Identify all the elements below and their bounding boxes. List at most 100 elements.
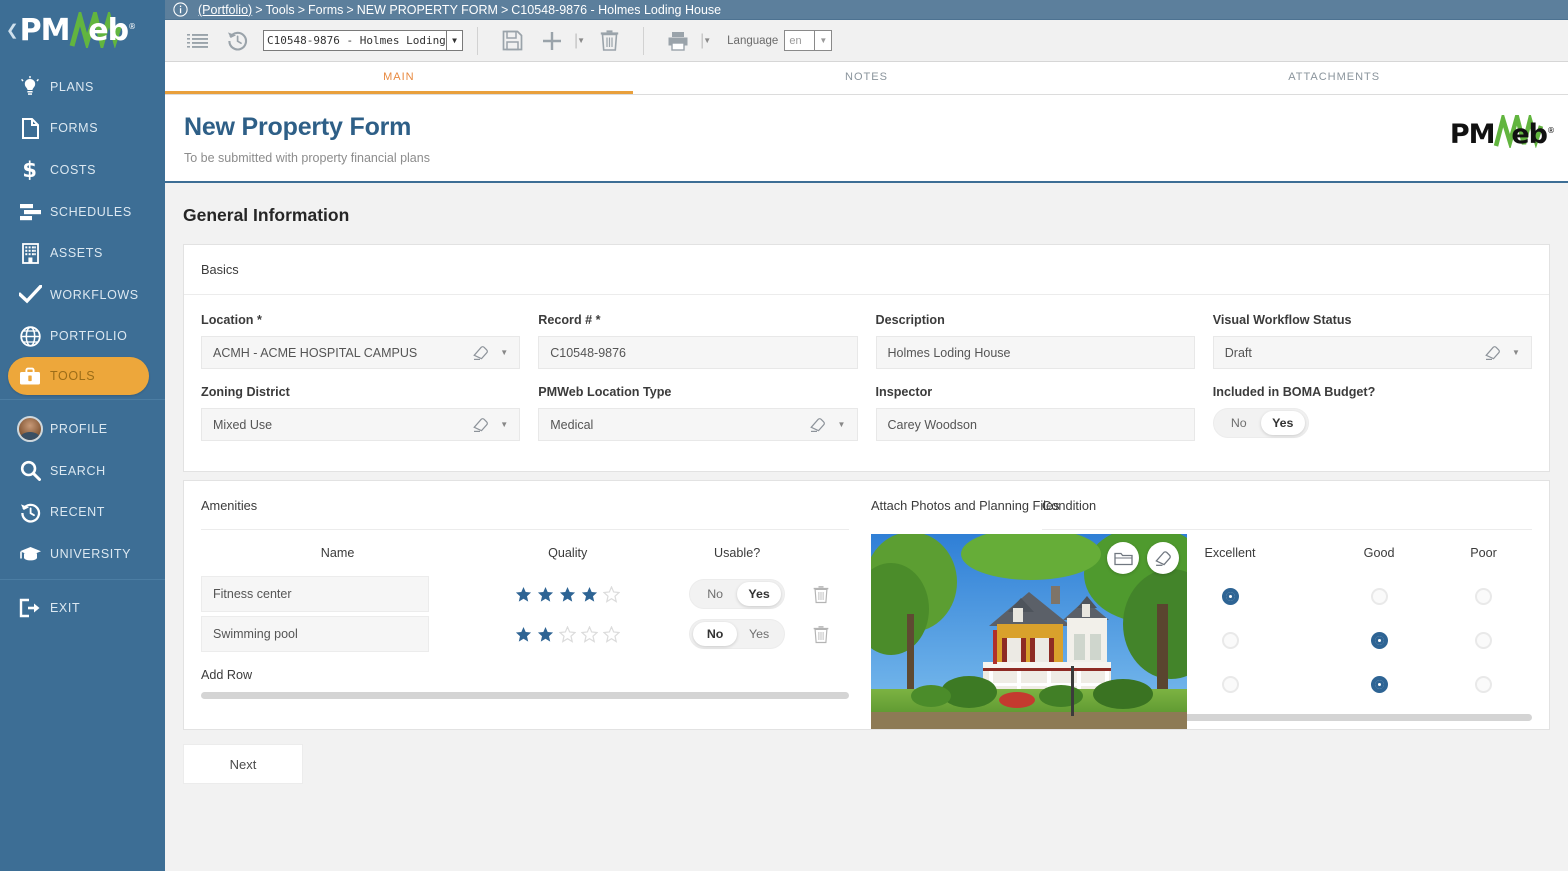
sidebar-item-tools[interactable]: TOOLS xyxy=(8,357,149,396)
tab-notes[interactable]: NOTES xyxy=(633,62,1101,94)
sidebar-collapse-icon[interactable]: ❮ xyxy=(6,21,19,39)
sidebar-item-profile[interactable]: PROFILE xyxy=(0,408,165,450)
star-filled-icon[interactable] xyxy=(581,586,598,603)
radio-good-exterior[interactable] xyxy=(1370,588,1388,605)
page-subtitle: To be submitted with property financial … xyxy=(184,151,430,165)
location-select[interactable]: ACMH - ACME HOSPITAL CAMPUS ▼ xyxy=(201,336,521,369)
chevron-down-icon[interactable]: ▼ xyxy=(831,420,853,429)
star-filled-icon[interactable] xyxy=(515,626,532,643)
sidebar-item-workflows[interactable]: WORKFLOWS xyxy=(0,274,165,316)
chevron-down-icon[interactable]: ▼ xyxy=(577,36,585,45)
radio-poor-exterior[interactable] xyxy=(1475,588,1493,605)
list-icon[interactable] xyxy=(177,20,217,62)
sidebar-item-university[interactable]: UNIVERSITY xyxy=(0,533,165,575)
sidebar-item-forms[interactable]: FORMS xyxy=(0,108,165,150)
sidebar-item-schedules[interactable]: SCHEDULES xyxy=(0,191,165,233)
inspector-input[interactable]: Carey Woodson xyxy=(875,408,1195,441)
condition-cell-good[interactable] xyxy=(1323,620,1435,664)
toggle-option-yes[interactable]: Yes xyxy=(737,582,782,606)
radio-poor-grounds[interactable] xyxy=(1475,676,1493,693)
condition-cell-good[interactable] xyxy=(1323,664,1435,708)
amenity-name-input[interactable]: Swimming pool xyxy=(201,616,429,652)
delete-row-icon[interactable] xyxy=(813,585,867,604)
star-filled-icon[interactable] xyxy=(537,586,554,603)
pmweb-location-type-select[interactable]: Medical ▼ xyxy=(538,408,858,441)
amenity-name-input[interactable]: Fitness center xyxy=(201,576,429,612)
radio-excellent-grounds[interactable] xyxy=(1221,676,1239,693)
sidebar-item-assets[interactable]: ASSETS xyxy=(0,232,165,274)
star-empty-icon[interactable] xyxy=(559,625,577,643)
visual-workflow-status-select[interactable]: Draft ▼ xyxy=(1212,336,1532,369)
star-filled-icon[interactable] xyxy=(537,626,554,643)
quality-rating[interactable] xyxy=(474,625,661,643)
radio-good-interior[interactable] xyxy=(1370,632,1388,649)
toggle-option-yes[interactable]: Yes xyxy=(737,622,781,646)
star-empty-icon[interactable] xyxy=(603,585,621,603)
attached-photo[interactable] xyxy=(871,534,1187,729)
usable-toggle[interactable]: No Yes xyxy=(689,619,786,649)
chevron-down-icon[interactable]: ▼ xyxy=(446,31,462,50)
condition-cell-poor[interactable] xyxy=(1435,664,1532,708)
toggle-option-yes[interactable]: Yes xyxy=(1260,411,1305,435)
radio-good-grounds[interactable] xyxy=(1370,676,1388,693)
boma-budget-toggle[interactable]: No Yes xyxy=(1212,408,1309,438)
record-selector[interactable]: C10548-9876 - Holmes Loding House ▼ xyxy=(263,30,463,51)
radio-excellent-exterior[interactable] xyxy=(1221,588,1239,605)
eraser-icon[interactable] xyxy=(467,416,493,433)
sidebar-item-recent[interactable]: RECENT xyxy=(0,491,165,533)
sidebar-item-portfolio[interactable]: PORTFOLIO xyxy=(0,316,165,358)
eraser-icon[interactable] xyxy=(1147,542,1179,574)
breadcrumb-item-tools[interactable]: Tools xyxy=(266,3,295,17)
condition-cell-poor[interactable] xyxy=(1435,620,1532,664)
eraser-icon[interactable] xyxy=(1479,344,1505,361)
save-icon[interactable] xyxy=(492,20,532,62)
tab-main[interactable]: MAIN xyxy=(165,62,633,94)
chevron-down-icon[interactable]: ▼ xyxy=(493,420,515,429)
eraser-icon[interactable] xyxy=(467,344,493,361)
sidebar-item-exit[interactable]: EXIT xyxy=(0,588,165,630)
star-empty-icon[interactable] xyxy=(581,625,599,643)
tab-attachments[interactable]: ATTACHMENTS xyxy=(1100,62,1568,94)
language-select[interactable]: en ▼ xyxy=(784,30,833,51)
next-button[interactable]: Next xyxy=(183,744,303,784)
chevron-down-icon[interactable]: ▼ xyxy=(703,36,711,45)
delete-icon[interactable] xyxy=(589,20,629,62)
horizontal-scrollbar[interactable] xyxy=(201,692,849,699)
toggle-option-no[interactable]: No xyxy=(1217,411,1261,435)
history-icon[interactable] xyxy=(217,20,257,62)
breadcrumb-root[interactable]: (Portfolio) xyxy=(198,3,252,17)
add-row-button[interactable]: Add Row xyxy=(201,654,867,692)
folder-icon[interactable] xyxy=(1107,542,1139,574)
delete-row-icon[interactable] xyxy=(813,625,867,644)
field-label: Record # * xyxy=(538,313,601,327)
breadcrumb-item-form[interactable]: NEW PROPERTY FORM xyxy=(357,3,498,17)
sidebar-item-plans[interactable]: PLANS xyxy=(0,66,165,108)
table-header-row: Name Quality Usable? xyxy=(201,536,867,574)
zoning-district-select[interactable]: Mixed Use ▼ xyxy=(201,408,521,441)
toggle-option-no[interactable]: No xyxy=(693,582,737,606)
add-icon[interactable] xyxy=(532,20,572,62)
chevron-down-icon[interactable]: ▼ xyxy=(1505,348,1527,357)
sidebar-item-label: COSTS xyxy=(50,162,97,177)
usable-toggle[interactable]: No Yes xyxy=(689,579,786,609)
star-empty-icon[interactable] xyxy=(603,625,621,643)
toggle-option-no[interactable]: No xyxy=(693,622,738,646)
radio-poor-interior[interactable] xyxy=(1475,632,1493,649)
sidebar-item-costs[interactable]: $ COSTS xyxy=(0,149,165,191)
quality-rating[interactable] xyxy=(474,585,661,603)
eraser-icon[interactable] xyxy=(805,416,831,433)
info-icon[interactable] xyxy=(173,2,188,17)
star-filled-icon[interactable] xyxy=(515,586,532,603)
radio-excellent-interior[interactable] xyxy=(1221,632,1239,649)
star-filled-icon[interactable] xyxy=(559,586,576,603)
sidebar-item-search[interactable]: SEARCH xyxy=(0,450,165,492)
app-logo[interactable]: ❮ PM eb® xyxy=(0,0,165,62)
chevron-down-icon[interactable]: ▼ xyxy=(493,348,515,357)
record-number-input[interactable]: C10548-9876 xyxy=(538,336,858,369)
description-input[interactable]: Holmes Loding House xyxy=(875,336,1195,369)
chevron-down-icon[interactable]: ▼ xyxy=(814,31,831,50)
print-icon[interactable] xyxy=(658,20,698,62)
breadcrumb-item-forms[interactable]: Forms xyxy=(308,3,343,17)
condition-cell-good[interactable] xyxy=(1323,576,1435,620)
condition-cell-poor[interactable] xyxy=(1435,576,1532,620)
